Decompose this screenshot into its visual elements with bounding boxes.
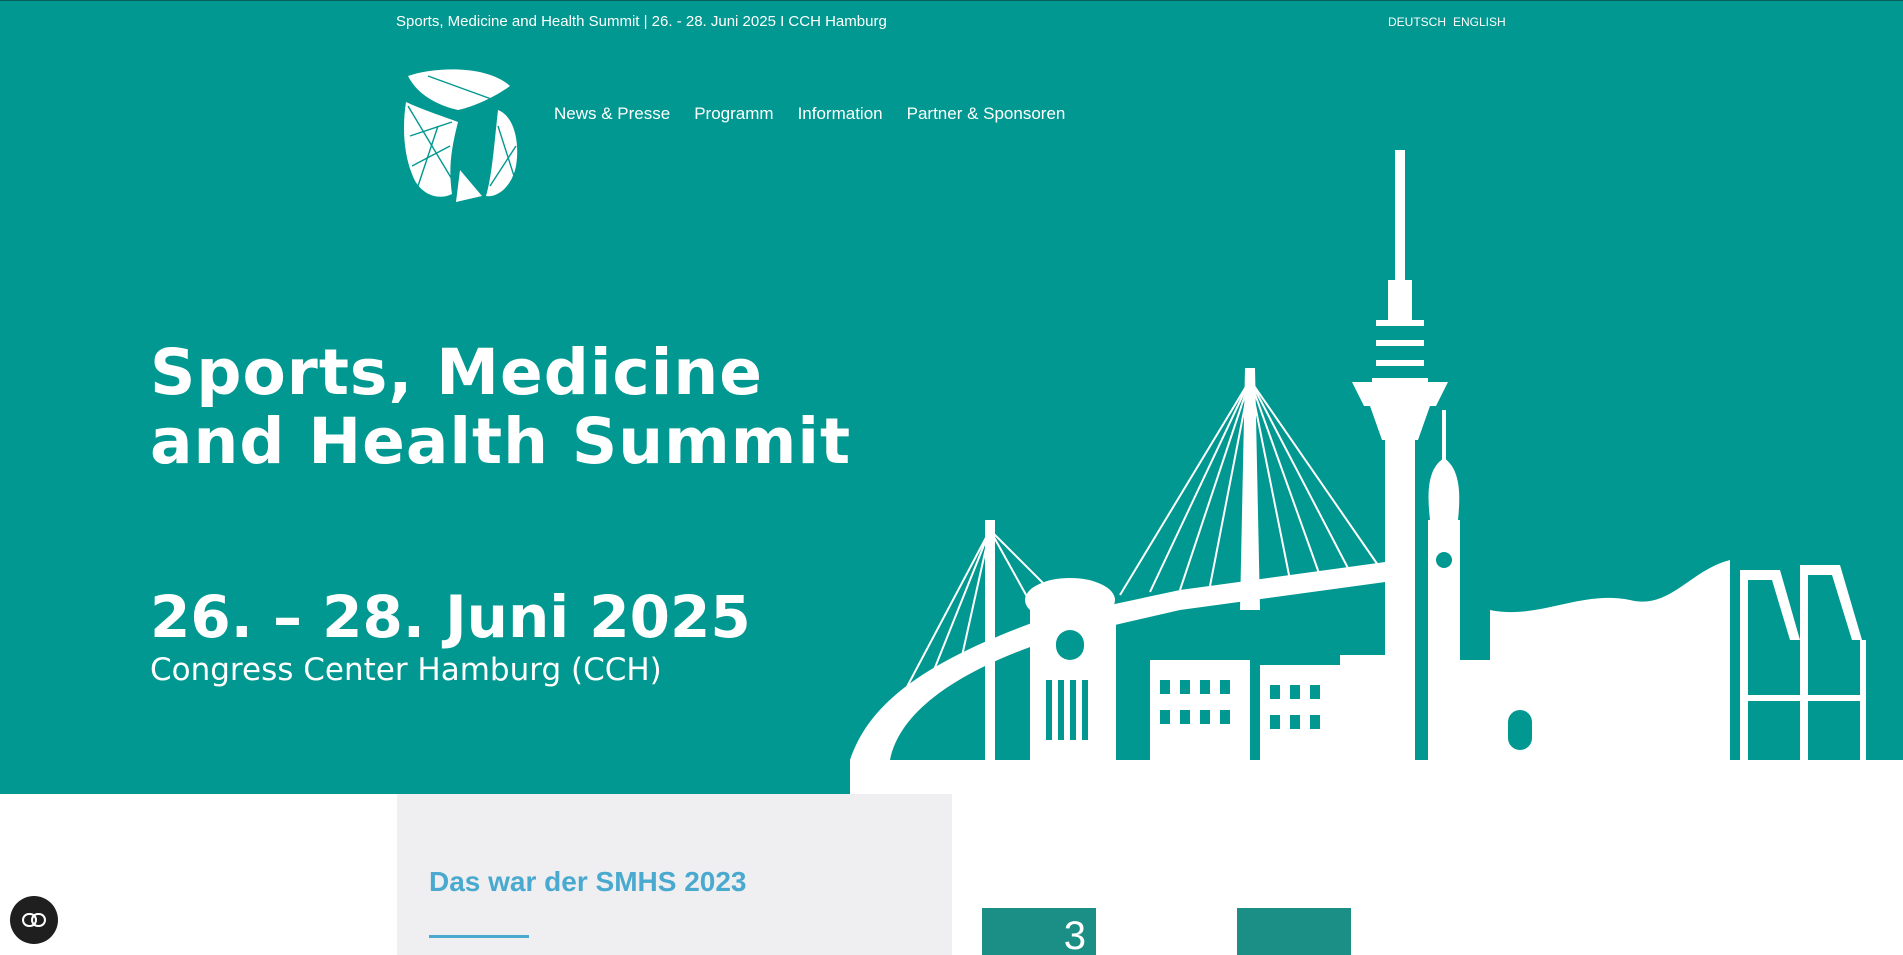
smhs-logo-icon[interactable]	[398, 66, 524, 206]
nav-partner-sponsoren[interactable]: Partner & Sponsoren	[907, 104, 1066, 124]
hero-title-line1: Sports, Medicine	[150, 336, 763, 409]
recap-panel: Das war der SMHS 2023	[397, 794, 952, 955]
cookie-settings-icon	[22, 913, 46, 927]
teaser-card[interactable]	[1237, 908, 1351, 955]
language-english-link[interactable]: ENGLISH	[1453, 15, 1506, 29]
event-tagline: Sports, Medicine and Health Summit | 26.…	[396, 13, 887, 30]
nav-information[interactable]: Information	[798, 104, 883, 124]
hero-venue: Congress Center Hamburg (CCH)	[150, 652, 662, 688]
main-nav: News & Presse Programm Information Partn…	[554, 104, 1065, 124]
language-deutsch-link[interactable]: DEUTSCH	[1388, 15, 1446, 29]
hero-date: 26. – 28. Juni 2025	[150, 583, 751, 651]
hero-title: Sports, Medicine and Health Summit	[150, 338, 851, 476]
recap-title: Das war der SMHS 2023	[429, 866, 747, 897]
hamburg-skyline-illustration	[850, 150, 1903, 794]
card-number: 3	[1063, 914, 1086, 955]
nav-programm[interactable]: Programm	[694, 104, 773, 124]
title-underline	[429, 935, 529, 938]
teaser-card[interactable]: 3	[982, 908, 1096, 955]
cookie-settings-button[interactable]	[10, 896, 58, 944]
hero-title-line2: and Health Summit	[150, 405, 852, 478]
hero-section: Sports, Medicine and Health Summit | 26.…	[0, 0, 1903, 794]
top-bar: Sports, Medicine and Health Summit | 26.…	[0, 0, 1903, 44]
nav-news-presse[interactable]: News & Presse	[554, 104, 670, 124]
